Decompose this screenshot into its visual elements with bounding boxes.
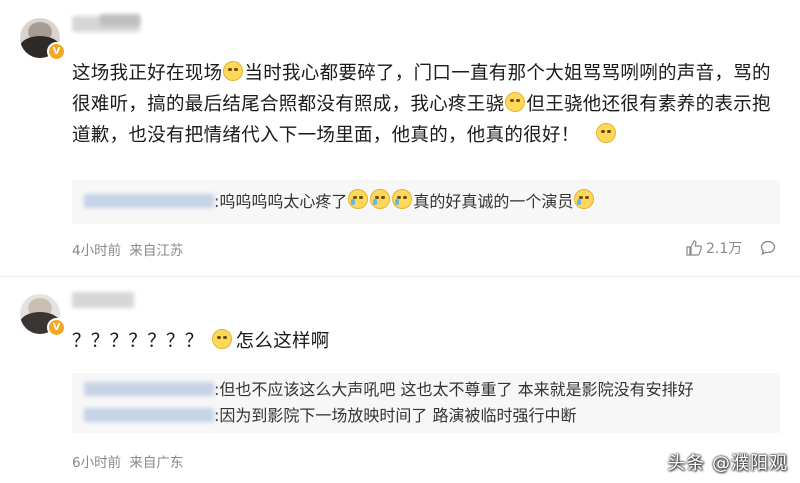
thumbs-up-icon xyxy=(686,240,702,256)
location: 来自江苏 xyxy=(129,243,184,259)
comment-text: ？？？？？？？ 怎么这样啊 xyxy=(72,329,330,352)
emoji-icon xyxy=(223,61,244,81)
emoji-icon xyxy=(211,329,232,349)
reply-line: :呜呜呜呜太心疼了 真的好真诚的一个演员 xyxy=(84,189,595,215)
comment-text: 这场我正好在现场 当时我心都要碎了，门口一直有那个大姐骂骂咧咧的声音，骂的很难听，… xyxy=(72,61,771,146)
timestamp: 4小时前 xyxy=(72,243,122,259)
username-blurred[interactable] xyxy=(72,292,134,308)
divider xyxy=(0,276,800,277)
like-count: 2.1万 xyxy=(706,241,743,257)
verified-badge-icon: V xyxy=(47,42,66,61)
username-blurred-extra xyxy=(100,14,140,26)
watermark: 头条 @濮阳观 xyxy=(667,453,788,474)
reply-box[interactable]: :呜呜呜呜太心疼了 真的好真诚的一个演员 xyxy=(72,180,780,224)
location: 来自广东 xyxy=(129,455,184,471)
crying-emoji-icon xyxy=(348,189,369,209)
reply-box[interactable]: :但也不应该这么大声吼吧 这也太不尊重了 本来就是影院没有安排好 :因为到影院下… xyxy=(72,373,780,433)
emoji-icon xyxy=(505,92,526,112)
crying-emoji-icon xyxy=(574,189,595,209)
reply-username-blurred[interactable] xyxy=(84,382,214,396)
reply-line: :但也不应该这么大声吼吧 这也太不尊重了 本来就是影院没有安排好 xyxy=(84,377,694,403)
like-button[interactable]: 2.1万 xyxy=(686,238,742,258)
timestamp: 6小时前 xyxy=(72,455,122,471)
crying-emoji-icon xyxy=(370,189,391,209)
comment-meta: 6小时前 来自广东 xyxy=(72,451,183,471)
crying-emoji-icon xyxy=(392,189,413,209)
comment-meta: 4小时前 来自江苏 xyxy=(72,239,183,259)
reply-bubble-icon[interactable] xyxy=(760,240,776,256)
reply-line: :因为到影院下一场放映时间了 路演被临时强行中断 xyxy=(84,403,576,429)
comment-card: V 这场我正好在现场 当时我心都要碎了，门口一直有那个大姐骂骂咧咧的声音，骂的很难… xyxy=(0,0,800,275)
reply-username-blurred[interactable] xyxy=(84,194,214,208)
reply-username-blurred[interactable] xyxy=(84,408,214,422)
verified-badge-icon: V xyxy=(47,318,66,337)
emoji-icon xyxy=(595,123,616,143)
